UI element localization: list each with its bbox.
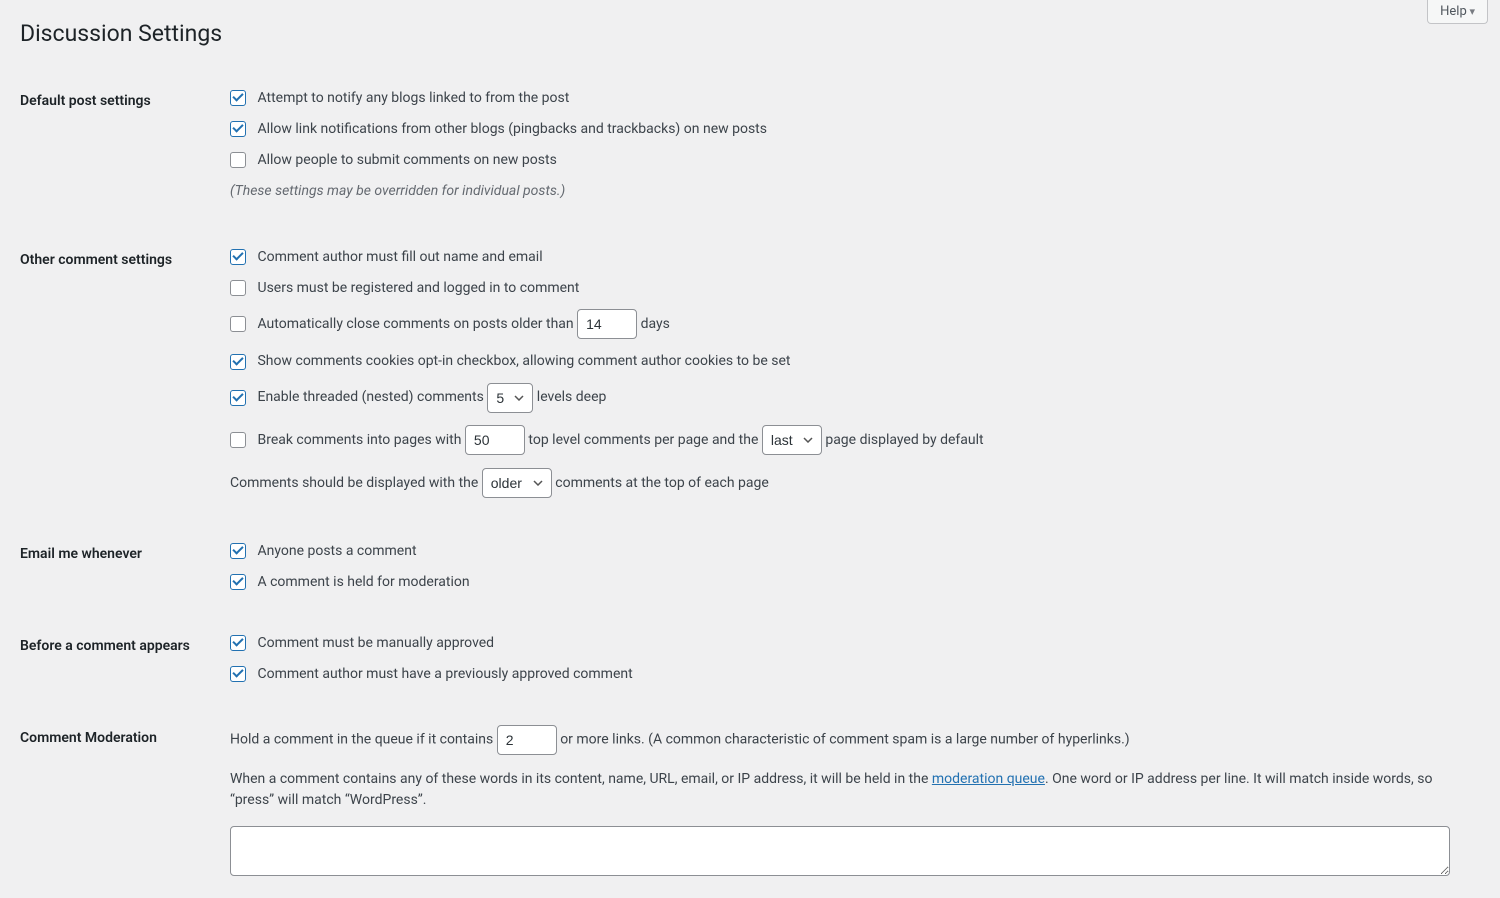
require-name-email-row[interactable]: Comment author must fill out name and em… <box>230 247 1470 268</box>
cookies-optin-checkbox[interactable] <box>230 354 246 370</box>
break-pages-row: Break comments into pages with top level… <box>230 425 1470 456</box>
notify-blogs-label: Attempt to notify any blogs linked to fr… <box>257 90 569 106</box>
cookies-optin-label: Show comments cookies opt-in checkbox, a… <box>257 353 790 369</box>
break-pages-perpage-input[interactable] <box>465 425 525 455</box>
break-pages-mid: top level comments per page and the <box>528 432 761 448</box>
allow-comments-label: Allow people to submit comments on new p… <box>257 152 556 168</box>
prev-approved-row[interactable]: Comment author must have a previously ap… <box>230 664 1470 685</box>
allow-pingbacks-checkbox[interactable] <box>230 121 246 137</box>
require-name-email-checkbox[interactable] <box>230 249 246 265</box>
email-me-fieldset: Anyone posts a comment A comment is held… <box>230 541 1470 603</box>
moderation-fieldset: Hold a comment in the queue if it contai… <box>230 725 1470 883</box>
settings-table: Default post settings Attempt to notify … <box>20 73 1480 898</box>
order-post: comments at the top of each page <box>555 475 769 491</box>
break-pages-post: page displayed by default <box>825 432 983 448</box>
auto-close-checkbox[interactable] <box>230 316 246 332</box>
moderation-queue-link[interactable]: moderation queue <box>932 771 1045 787</box>
manual-approve-checkbox[interactable] <box>230 635 246 651</box>
help-tab[interactable]: Help <box>1427 0 1488 24</box>
allow-comments-row[interactable]: Allow people to submit comments on new p… <box>230 150 1470 171</box>
section-heading-email-me: Email me whenever <box>20 526 220 618</box>
cookies-optin-row[interactable]: Show comments cookies opt-in checkbox, a… <box>230 351 1470 372</box>
require-name-email-label: Comment author must fill out name and em… <box>257 249 542 265</box>
section-heading-default-post: Default post settings <box>20 73 220 232</box>
comment-order-select[interactable]: older <box>482 468 552 498</box>
hold-links-count-input[interactable] <box>497 725 557 755</box>
before-appears-fieldset: Comment must be manually approved Commen… <box>230 633 1470 695</box>
settings-wrap: Discussion Settings Default post setting… <box>0 0 1500 898</box>
auto-close-label-wrap[interactable]: Automatically close comments on posts ol… <box>230 316 577 332</box>
break-pages-default-select[interactable]: last <box>762 425 822 455</box>
threaded-checkbox[interactable] <box>230 390 246 406</box>
order-pre: Comments should be displayed with the <box>230 475 482 491</box>
held-moderation-checkbox[interactable] <box>230 574 246 590</box>
auto-close-days-input[interactable] <box>577 309 637 339</box>
anyone-posts-checkbox[interactable] <box>230 543 246 559</box>
auto-close-row: Automatically close comments on posts ol… <box>230 309 1470 340</box>
hold-links-post: or more links. (A common characteristic … <box>560 731 1129 747</box>
allow-comments-checkbox[interactable] <box>230 152 246 168</box>
section-heading-moderation: Comment Moderation <box>20 710 220 898</box>
hold-links-pre: Hold a comment in the queue if it contai… <box>230 731 497 747</box>
hold-links-row: Hold a comment in the queue if it contai… <box>230 725 1470 755</box>
section-heading-other-comment: Other comment settings <box>20 232 220 526</box>
default-post-fieldset: Attempt to notify any blogs linked to fr… <box>230 88 1470 217</box>
allow-pingbacks-label: Allow link notifications from other blog… <box>257 121 767 137</box>
page-title: Discussion Settings <box>20 10 1480 53</box>
held-moderation-row[interactable]: A comment is held for moderation <box>230 572 1470 593</box>
manual-approve-row[interactable]: Comment must be manually approved <box>230 633 1470 654</box>
notify-blogs-checkbox[interactable] <box>230 90 246 106</box>
notify-blogs-row[interactable]: Attempt to notify any blogs linked to fr… <box>230 88 1470 109</box>
held-moderation-label: A comment is held for moderation <box>257 574 469 590</box>
threaded-depth-select[interactable]: 5 <box>487 383 533 413</box>
comment-order-row: Comments should be displayed with the ol… <box>230 468 1470 499</box>
break-pages-pre: Break comments into pages with <box>257 432 464 448</box>
threaded-label-wrap[interactable]: Enable threaded (nested) comments <box>230 389 487 405</box>
moderation-desc-pre: When a comment contains any of these wor… <box>230 771 932 787</box>
require-registration-row[interactable]: Users must be registered and logged in t… <box>230 278 1470 299</box>
moderation-keys-textarea[interactable] <box>230 826 1450 876</box>
threaded-pre: Enable threaded (nested) comments <box>257 389 487 405</box>
break-pages-checkbox[interactable] <box>230 432 246 448</box>
require-registration-label: Users must be registered and logged in t… <box>257 280 579 296</box>
manual-approve-label: Comment must be manually approved <box>257 635 494 651</box>
anyone-posts-row[interactable]: Anyone posts a comment <box>230 541 1470 562</box>
require-registration-checkbox[interactable] <box>230 280 246 296</box>
threaded-post: levels deep <box>537 389 607 405</box>
help-label: Help <box>1440 4 1467 19</box>
auto-close-post: days <box>641 316 670 332</box>
section-heading-before-appears: Before a comment appears <box>20 618 220 710</box>
allow-pingbacks-row[interactable]: Allow link notifications from other blog… <box>230 119 1470 140</box>
anyone-posts-label: Anyone posts a comment <box>257 543 416 559</box>
moderation-desc: When a comment contains any of these wor… <box>230 769 1470 812</box>
break-pages-label-wrap[interactable]: Break comments into pages with <box>230 432 465 448</box>
auto-close-pre: Automatically close comments on posts ol… <box>257 316 577 332</box>
prev-approved-label: Comment author must have a previously ap… <box>257 666 632 682</box>
threaded-row: Enable threaded (nested) comments 5 leve… <box>230 382 1470 413</box>
prev-approved-checkbox[interactable] <box>230 666 246 682</box>
override-note: (These settings may be overridden for in… <box>230 181 1470 203</box>
other-comment-fieldset: Comment author must fill out name and em… <box>230 247 1470 511</box>
